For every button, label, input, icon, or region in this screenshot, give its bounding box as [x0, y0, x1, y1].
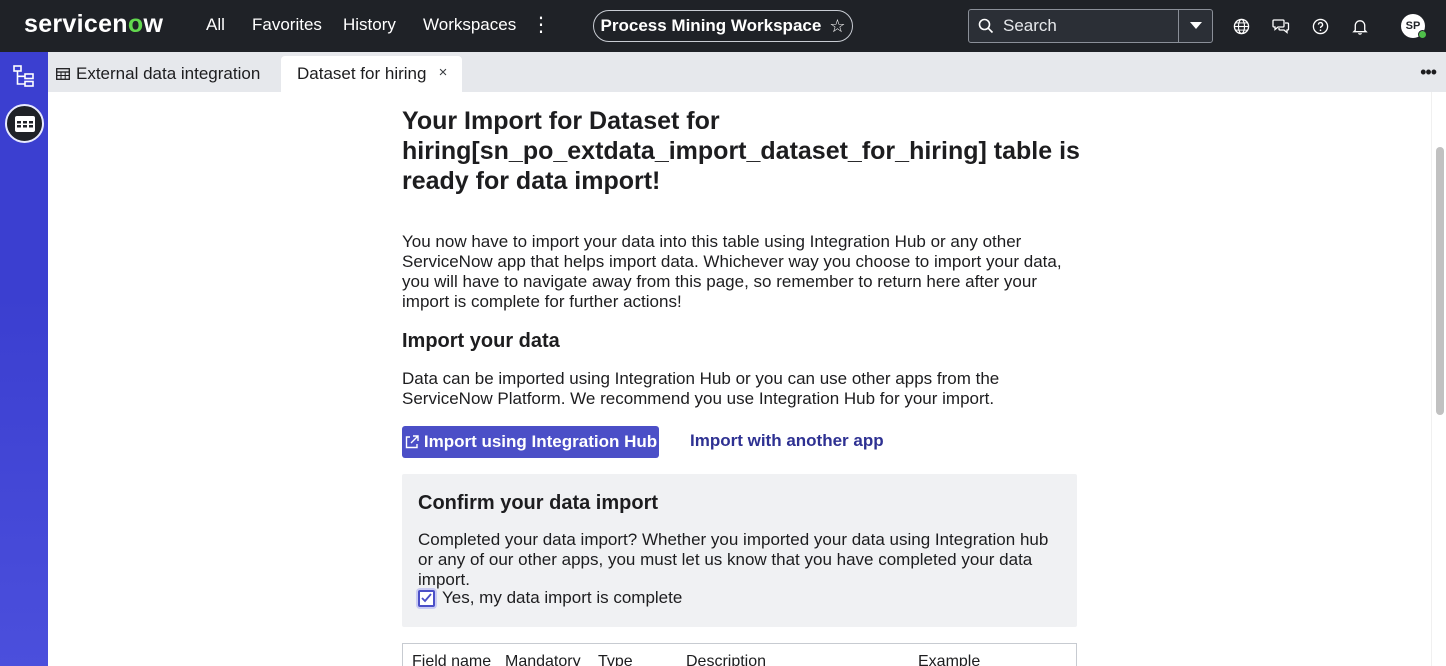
- global-search[interactable]: [968, 9, 1213, 43]
- confirm-import-panel: Confirm your data import Completed your …: [402, 474, 1077, 627]
- hierarchy-icon[interactable]: [12, 64, 36, 88]
- button-label: Import using Integration Hub: [423, 432, 658, 451]
- tab-dataset-for-hiring[interactable]: Dataset for hiring ×: [281, 56, 462, 92]
- nav-history[interactable]: History: [343, 14, 396, 36]
- scrollbar-thumb[interactable]: [1436, 147, 1444, 415]
- favorite-star-icon[interactable]: ☆: [829, 16, 845, 37]
- workspace-title-pill[interactable]: Process Mining Workspace ☆: [593, 10, 853, 42]
- import-with-another-app-link[interactable]: Import with another app: [690, 431, 884, 451]
- caret-down-icon: [1189, 22, 1202, 29]
- checkbox-label: Yes, my data import is complete: [442, 588, 683, 607]
- workspace-tab-bar: External data integration Dataset for hi…: [48, 52, 1446, 92]
- page-scrollbar[interactable]: [1431, 92, 1446, 666]
- column-header-example[interactable]: Example: [918, 653, 980, 666]
- column-header-mandatory[interactable]: Mandatory: [505, 653, 581, 666]
- intro-paragraph: You now have to import your data into th…: [402, 232, 1062, 311]
- tab-label: Dataset for hiring: [297, 64, 427, 83]
- workspace-title: Process Mining Workspace: [600, 16, 822, 35]
- more-options-icon[interactable]: •••: [1420, 62, 1437, 83]
- globe-icon[interactable]: [1229, 14, 1253, 38]
- table-icon: [56, 68, 70, 80]
- nav-all[interactable]: All: [206, 14, 225, 36]
- more-menu-icon[interactable]: ⋮: [531, 12, 551, 38]
- search-input[interactable]: [1003, 16, 1143, 36]
- close-tab-icon[interactable]: ×: [435, 64, 451, 81]
- left-rail: [0, 52, 48, 666]
- search-scope-dropdown[interactable]: [1178, 10, 1212, 42]
- search-icon: [969, 10, 1003, 42]
- import-complete-checkbox-row[interactable]: Yes, my data import is complete: [418, 588, 682, 608]
- confirm-description: Completed your data import? Whether you …: [418, 530, 1049, 589]
- import-complete-checkbox[interactable]: [418, 589, 435, 607]
- tab-label: External data integration: [76, 64, 261, 83]
- servicenow-logo[interactable]: servicenow: [24, 10, 163, 38]
- checkmark-icon: [421, 593, 432, 603]
- table-view-icon[interactable]: [5, 104, 44, 143]
- confirm-heading: Confirm your data import: [418, 492, 659, 514]
- import-using-integration-hub-button[interactable]: Import using Integration Hub: [402, 426, 659, 458]
- nav-workspaces[interactable]: Workspaces: [423, 14, 516, 36]
- page-title: Your Import for Dataset for hiring[sn_po…: [402, 107, 1080, 195]
- user-avatar[interactable]: SP: [1401, 14, 1427, 39]
- column-header-description[interactable]: Description: [686, 653, 766, 666]
- import-heading: Import your data: [402, 330, 560, 352]
- fields-table: Field name Mandatory Type Description Ex…: [402, 643, 1077, 666]
- external-link-icon: [405, 435, 419, 449]
- column-header-field-name[interactable]: Field name: [412, 653, 491, 666]
- chat-icon[interactable]: [1269, 14, 1293, 38]
- presence-indicator: [1418, 30, 1427, 39]
- nav-favorites[interactable]: Favorites: [252, 14, 322, 36]
- top-navigation-bar: servicenow All Favorites History Workspa…: [0, 0, 1446, 52]
- notification-bell-icon[interactable]: [1348, 14, 1372, 38]
- import-description: Data can be imported using Integration H…: [402, 369, 1000, 408]
- tab-external-data-integration[interactable]: External data integration: [56, 56, 260, 92]
- column-header-type[interactable]: Type: [598, 653, 633, 666]
- avatar-initials: SP: [1405, 20, 1421, 32]
- help-icon[interactable]: [1308, 14, 1332, 38]
